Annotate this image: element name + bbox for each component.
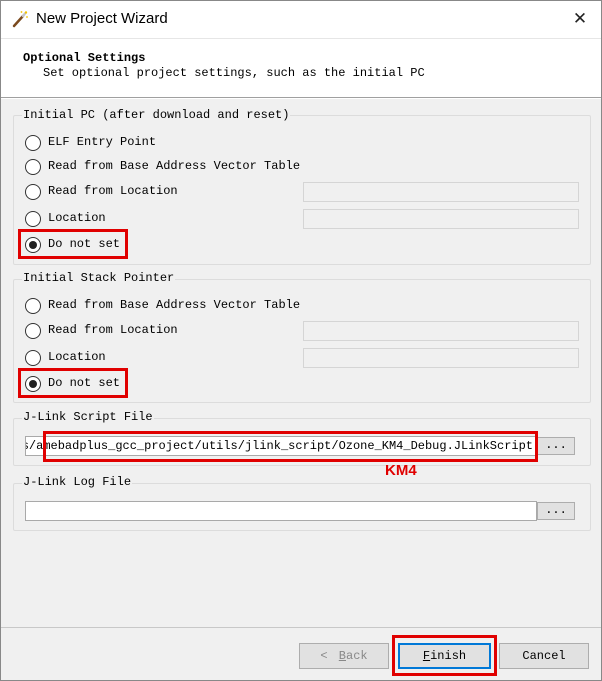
pc-radio-vector-table[interactable]: Read from Base Address Vector Table — [25, 159, 305, 177]
sp-read-location-field[interactable] — [303, 321, 579, 341]
radio-button[interactable] — [25, 323, 41, 339]
radio-label: Read from Location — [48, 323, 178, 337]
highlight-box — [18, 368, 128, 398]
page-title: Optional Settings — [23, 51, 146, 65]
highlight-box — [18, 229, 128, 259]
title-bar: New Project Wizard ✕ — [1, 1, 601, 38]
sp-radio-location[interactable]: Location — [25, 350, 285, 368]
close-button[interactable]: ✕ — [565, 5, 595, 33]
radio-label: Read from Base Address Vector Table — [48, 298, 301, 312]
pc-location-field[interactable] — [303, 209, 579, 229]
radio-button[interactable] — [25, 350, 41, 366]
radio-button[interactable] — [25, 211, 41, 227]
jlink-script-group-label: J-Link Script File — [22, 410, 154, 424]
initial-sp-group-label: Initial Stack Pointer — [22, 271, 176, 285]
sp-location-field[interactable] — [303, 348, 579, 368]
sp-radio-read-location[interactable]: Read from Location — [25, 323, 285, 341]
jlink-log-path-input[interactable] — [25, 501, 537, 521]
pc-radio-elf-entry[interactable]: ELF Entry Point — [25, 135, 285, 153]
radio-label: Read from Base Address Vector Table — [48, 159, 301, 173]
radio-button[interactable] — [25, 184, 41, 200]
footer-divider — [1, 627, 601, 628]
radio-button[interactable] — [25, 298, 41, 314]
close-icon: ✕ — [572, 9, 588, 29]
wizard-window: New Project Wizard ✕ Optional Settings S… — [0, 0, 602, 681]
initial-pc-group-label: Initial PC (after download and reset) — [22, 108, 291, 122]
radio-button[interactable] — [25, 159, 41, 175]
radio-label: Read from Location — [48, 184, 178, 198]
pc-radio-read-location[interactable]: Read from Location — [25, 184, 285, 202]
radio-label: Location — [48, 211, 106, 225]
highlight-box — [43, 431, 538, 462]
radio-label: ELF Entry Point — [48, 135, 157, 149]
pc-radio-location[interactable]: Location — [25, 211, 285, 229]
page-subtitle: Set optional project settings, such as t… — [43, 66, 425, 80]
km4-annotation: KM4 — [385, 462, 417, 479]
wizard-wand-icon — [11, 10, 29, 28]
radio-button[interactable] — [25, 135, 41, 151]
sp-radio-vector-table[interactable]: Read from Base Address Vector Table — [25, 298, 305, 316]
jlink-script-browse-button[interactable]: ... — [537, 437, 575, 455]
pc-read-location-field[interactable] — [303, 182, 579, 202]
back-button[interactable]: < Back — [299, 643, 389, 669]
cancel-button[interactable]: Cancel — [499, 643, 589, 669]
highlight-box — [392, 635, 497, 676]
wizard-header: Optional Settings Set optional project s… — [1, 38, 601, 98]
window-title: New Project Wizard — [36, 10, 168, 27]
jlink-log-group-label: J-Link Log File — [22, 475, 133, 489]
radio-label: Location — [48, 350, 106, 364]
header-divider — [1, 97, 601, 99]
jlink-log-browse-button[interactable]: ... — [537, 502, 575, 520]
